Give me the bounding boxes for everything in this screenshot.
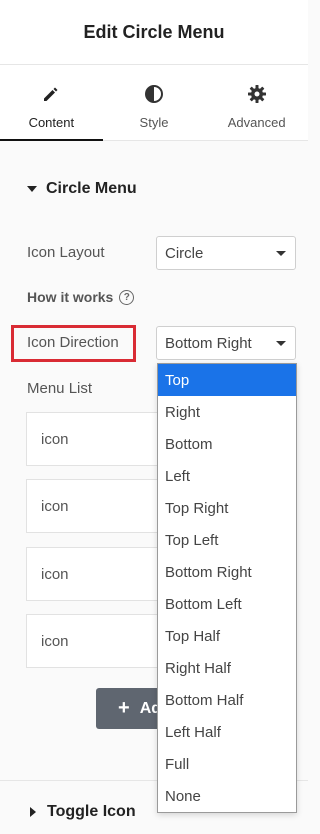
dropdown-option-top[interactable]: Top <box>158 364 296 396</box>
dropdown-option-full[interactable]: Full <box>158 748 296 780</box>
tab-content[interactable]: Content <box>0 65 103 141</box>
dropdown-option-left-half[interactable]: Left Half <box>158 716 296 748</box>
how-it-works-label: How it works <box>27 289 114 305</box>
menu-list-item[interactable]: icon <box>26 479 166 533</box>
dropdown-option-bottom-left[interactable]: Bottom Left <box>158 588 296 620</box>
dropdown-option-bottom-half[interactable]: Bottom Half <box>158 684 296 716</box>
chevron-down-icon <box>276 341 286 346</box>
pencil-icon <box>40 83 62 105</box>
tab-style-label: Style <box>139 115 169 130</box>
circle-menu-section-toggle[interactable]: Circle Menu <box>27 180 137 198</box>
menu-list-item-label: icon <box>41 565 69 583</box>
menu-list-item[interactable]: icon <box>26 547 166 601</box>
dropdown-option-top-left[interactable]: Top Left <box>158 524 296 556</box>
menu-list-item[interactable]: icon <box>26 614 166 668</box>
help-icon: ? <box>119 289 135 305</box>
dropdown-option-none[interactable]: None <box>158 780 296 812</box>
icon-layout-value: Circle <box>165 244 204 262</box>
section-title: Circle Menu <box>46 180 137 197</box>
tab-style[interactable]: Style <box>103 65 206 140</box>
contrast-icon <box>143 83 165 105</box>
highlight-box <box>11 325 136 362</box>
plus-icon: + <box>118 697 130 719</box>
caret-right-icon <box>30 807 36 817</box>
icon-layout-select[interactable]: Circle <box>156 236 296 270</box>
icon-direction-dropdown: Top Right Bottom Left Top Right Top Left… <box>157 363 297 813</box>
tab-bar: Content Style Advanced <box>0 65 308 141</box>
menu-list-item-label: icon <box>41 497 69 515</box>
caret-down-icon <box>27 186 37 192</box>
how-it-works-link[interactable]: How it works ? <box>27 289 135 305</box>
tab-content-label: Content <box>28 115 75 130</box>
tab-advanced[interactable]: Advanced <box>205 65 308 140</box>
chevron-down-icon <box>276 251 286 256</box>
dropdown-option-top-right[interactable]: Top Right <box>158 492 296 524</box>
dropdown-option-right-half[interactable]: Right Half <box>158 652 296 684</box>
toggle-icon-title: Toggle Icon <box>47 803 136 820</box>
toggle-icon-section[interactable]: Toggle Icon <box>30 803 136 821</box>
icon-direction-select[interactable]: Bottom Right <box>156 326 296 360</box>
icon-layout-label: Icon Layout <box>27 244 105 261</box>
icon-direction-value: Bottom Right <box>165 334 252 352</box>
gear-icon <box>246 83 268 105</box>
dropdown-option-right[interactable]: Right <box>158 396 296 428</box>
dropdown-option-left[interactable]: Left <box>158 460 296 492</box>
dropdown-option-bottom-right[interactable]: Bottom Right <box>158 556 296 588</box>
panel-title: Edit Circle Menu <box>83 21 225 42</box>
menu-list-item[interactable]: icon <box>26 412 166 466</box>
panel-header: Edit Circle Menu <box>0 0 308 65</box>
menu-list-item-label: icon <box>41 632 69 650</box>
dropdown-option-bottom[interactable]: Bottom <box>158 428 296 460</box>
tab-advanced-label: Advanced <box>227 115 286 130</box>
dropdown-option-top-half[interactable]: Top Half <box>158 620 296 652</box>
menu-list-label: Menu List <box>27 380 93 397</box>
menu-list-item-label: icon <box>41 430 69 448</box>
